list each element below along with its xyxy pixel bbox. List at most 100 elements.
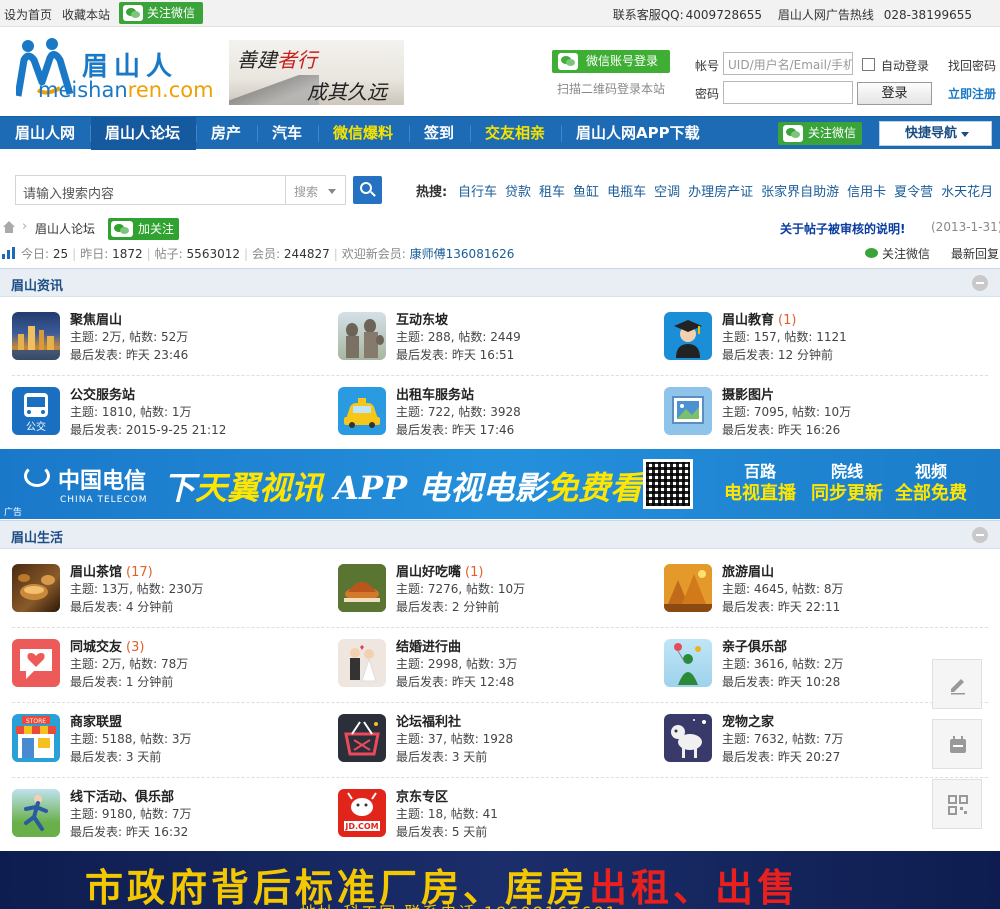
forum-cell[interactable]: 公交 公交服务站 主题: 1810, 帖数: 1万 最后发表: 2015-9-2… bbox=[12, 387, 332, 449]
nav-follow-wechat-button[interactable]: 关注微信 bbox=[778, 122, 862, 145]
forum-last-post[interactable]: 最后发表: 昨天 20:27 bbox=[722, 748, 840, 765]
forum-last-post[interactable]: 最后发表: 3 天前 bbox=[396, 748, 487, 765]
calendar-button[interactable] bbox=[932, 719, 982, 769]
bookmark-link[interactable]: 收藏本站 bbox=[62, 8, 110, 22]
forum-name[interactable]: 眉山好吃嘴 (1) bbox=[396, 561, 483, 580]
hot-search-link[interactable]: 水天花月 bbox=[941, 185, 993, 200]
forum-name[interactable]: 论坛福利社 bbox=[396, 711, 465, 730]
collapse-icon[interactable] bbox=[972, 275, 988, 291]
forum-cell[interactable]: 摄影图片 主题: 7095, 帖数: 10万 最后发表: 昨天 16:26 bbox=[664, 387, 984, 449]
forum-name[interactable]: 旅游眉山 bbox=[722, 561, 778, 580]
nav-item-dating[interactable]: 交友相亲 bbox=[485, 117, 545, 150]
stats-follow-wechat-link[interactable]: 关注微信 bbox=[865, 245, 930, 262]
forum-name[interactable]: 京东专区 bbox=[396, 786, 452, 805]
forum-last-post[interactable]: 最后发表: 4 分钟前 bbox=[70, 598, 173, 615]
forum-cell[interactable]: 眉山茶馆 (17) 主题: 13万, 帖数: 230万 最后发表: 4 分钟前 bbox=[12, 564, 332, 626]
forum-cell[interactable]: 论坛福利社 主题: 37, 帖数: 1928 最后发表: 3 天前 bbox=[338, 714, 658, 776]
add-follow-button[interactable]: 加关注 bbox=[108, 218, 179, 240]
forum-name[interactable]: 宠物之家 bbox=[722, 711, 778, 730]
forum-last-post[interactable]: 最后发表: 昨天 16:26 bbox=[722, 421, 840, 438]
forum-cell[interactable]: 旅游眉山 主题: 4645, 帖数: 8万 最后发表: 昨天 22:11 bbox=[664, 564, 984, 626]
forum-name[interactable]: 眉山教育 (1) bbox=[722, 309, 796, 328]
forum-name[interactable]: 聚焦眉山 bbox=[70, 309, 126, 328]
forum-cell[interactable]: 眉山教育 (1) 主题: 157, 帖数: 1121 最后发表: 12 分钟前 bbox=[664, 312, 984, 374]
forum-name[interactable]: 亲子俱乐部 bbox=[722, 636, 791, 655]
header-banner[interactable]: 善建者行 成其久远 bbox=[229, 40, 404, 105]
set-home-link[interactable]: 设为首页 bbox=[4, 8, 52, 22]
forum-name[interactable]: 互动东坡 bbox=[396, 309, 452, 328]
account-input[interactable]: UID/用户名/Email/手机 bbox=[723, 52, 853, 75]
password-input[interactable] bbox=[723, 81, 853, 104]
register-link[interactable]: 立即注册 bbox=[948, 85, 996, 102]
forum-name[interactable]: 商家联盟 bbox=[70, 711, 126, 730]
forgot-password-link[interactable]: 找回密码 bbox=[948, 57, 996, 74]
search-input[interactable]: 请输入搜索内容 bbox=[15, 175, 286, 205]
forum-cell[interactable]: 聚焦眉山 主题: 2万, 帖数: 52万 最后发表: 昨天 23:46 bbox=[12, 312, 332, 374]
nav-item-auto[interactable]: 汽车 bbox=[272, 117, 302, 150]
home-icon[interactable] bbox=[2, 221, 16, 234]
forum-name[interactable]: 出租车服务站 bbox=[396, 384, 478, 403]
forum-name[interactable]: 结婚进行曲 bbox=[396, 636, 465, 655]
forum-last-post[interactable]: 最后发表: 昨天 22:11 bbox=[722, 598, 840, 615]
forum-name[interactable]: 同城交友 (3) bbox=[70, 636, 144, 655]
forum-name[interactable]: 线下活动、俱乐部 bbox=[70, 786, 178, 805]
telecom-ad-banner[interactable]: 中国电信 CHINA TELECOM 下天翼视讯 APP 电视电影免费看 百路 电视… bbox=[0, 449, 1000, 519]
qr-code-button[interactable] bbox=[932, 779, 982, 829]
hot-search-link[interactable]: 鱼缸 bbox=[573, 185, 599, 200]
forum-cell[interactable]: 眉山好吃嘴 (1) 主题: 7276, 帖数: 10万 最后发表: 2 分钟前 bbox=[338, 564, 658, 626]
forum-cell[interactable]: 出租车服务站 主题: 722, 帖数: 3928 最后发表: 昨天 17:46 bbox=[338, 387, 658, 449]
quick-nav-dropdown[interactable]: 快捷导航 bbox=[879, 121, 992, 146]
forum-last-post[interactable]: 最后发表: 昨天 23:46 bbox=[70, 346, 188, 363]
hot-search-link[interactable]: 租车 bbox=[539, 185, 565, 200]
post-edit-button[interactable] bbox=[932, 659, 982, 709]
forum-last-post[interactable]: 最后发表: 昨天 16:32 bbox=[70, 823, 188, 840]
forum-last-post[interactable]: 最后发表: 昨天 17:46 bbox=[396, 421, 514, 438]
nav-item-checkin[interactable]: 签到 bbox=[424, 117, 454, 150]
nav-item-house[interactable]: 房产 bbox=[211, 117, 241, 150]
forum-last-post[interactable]: 最后发表: 3 天前 bbox=[70, 748, 161, 765]
hot-search-link[interactable]: 夏令营 bbox=[894, 185, 933, 200]
site-logo[interactable]: 眉山人 meishanren.com bbox=[16, 38, 216, 104]
hot-search-link[interactable]: 贷款 bbox=[505, 185, 531, 200]
hot-search-link[interactable]: 办理房产证 bbox=[688, 185, 753, 200]
forum-last-post[interactable]: 最后发表: 2015-9-25 21:12 bbox=[70, 421, 226, 438]
notice-link[interactable]: 关于帖子被审核的说明! bbox=[780, 220, 905, 237]
forum-cell[interactable]: STORE 商家联盟 主题: 5188, 帖数: 3万 最后发表: 3 天前 bbox=[12, 714, 332, 776]
hot-search-link[interactable]: 电瓶车 bbox=[607, 185, 646, 200]
forum-name[interactable]: 公交服务站 bbox=[70, 384, 139, 403]
search-type-select[interactable]: 搜索 bbox=[286, 175, 346, 205]
forum-last-post[interactable]: 最后发表: 12 分钟前 bbox=[722, 346, 833, 363]
auto-login-label[interactable]: 自动登录 bbox=[881, 57, 929, 74]
section-title[interactable]: 眉山生活 bbox=[11, 527, 63, 546]
nav-item-wechat-news[interactable]: 微信爆料 bbox=[333, 117, 393, 150]
breadcrumb-current[interactable]: 眉山人论坛 bbox=[35, 220, 95, 237]
forum-name[interactable]: 眉山茶馆 (17) bbox=[70, 561, 153, 580]
hot-search-link[interactable]: 张家界自助游 bbox=[761, 185, 839, 200]
search-button[interactable] bbox=[353, 176, 382, 204]
forum-last-post[interactable]: 最后发表: 2 分钟前 bbox=[396, 598, 499, 615]
wechat-login-button[interactable]: 微信账号登录 bbox=[552, 50, 670, 73]
forum-name[interactable]: 摄影图片 bbox=[722, 384, 778, 403]
factory-ad-banner[interactable]: 市政府背后标准厂房、库房出租、出售 地址:科工园 联系电话:1860816660… bbox=[0, 851, 1000, 909]
hot-search-link[interactable]: 空调 bbox=[654, 185, 680, 200]
follow-wechat-button[interactable]: 关注微信 bbox=[119, 2, 203, 24]
collapse-icon[interactable] bbox=[972, 527, 988, 543]
forum-cell[interactable]: 线下活动、俱乐部 主题: 9180, 帖数: 7万 最后发表: 昨天 16:32 bbox=[12, 789, 332, 851]
nav-item-app-download[interactable]: 眉山人网APP下载 bbox=[576, 117, 700, 150]
hot-search-link[interactable]: 信用卡 bbox=[847, 185, 886, 200]
forum-last-post[interactable]: 最后发表: 昨天 12:48 bbox=[396, 673, 514, 690]
nav-item-forum[interactable]: 眉山人论坛 bbox=[91, 117, 196, 150]
forum-last-post[interactable]: 最后发表: 5 天前 bbox=[396, 823, 487, 840]
nav-item-home[interactable]: 眉山人网 bbox=[15, 117, 75, 150]
forum-cell[interactable]: JD.COM 京东专区 主题: 18, 帖数: 41 最后发表: 5 天前 bbox=[338, 789, 658, 851]
forum-cell[interactable]: 结婚进行曲 主题: 2998, 帖数: 3万 最后发表: 昨天 12:48 bbox=[338, 639, 658, 701]
forum-last-post[interactable]: 最后发表: 1 分钟前 bbox=[70, 673, 173, 690]
forum-last-post[interactable]: 最后发表: 昨天 16:51 bbox=[396, 346, 514, 363]
forum-cell[interactable]: 同城交友 (3) 主题: 2万, 帖数: 78万 最后发表: 1 分钟前 bbox=[12, 639, 332, 701]
auto-login-checkbox[interactable] bbox=[862, 58, 875, 71]
latest-reply-link[interactable]: 最新回复 bbox=[951, 245, 999, 262]
new-member-link[interactable]: 康师傅136081626 bbox=[410, 247, 515, 261]
forum-last-post[interactable]: 最后发表: 昨天 10:28 bbox=[722, 673, 840, 690]
section-title[interactable]: 眉山资讯 bbox=[11, 275, 63, 294]
forum-cell[interactable]: 互动东坡 主题: 288, 帖数: 2449 最后发表: 昨天 16:51 bbox=[338, 312, 658, 374]
